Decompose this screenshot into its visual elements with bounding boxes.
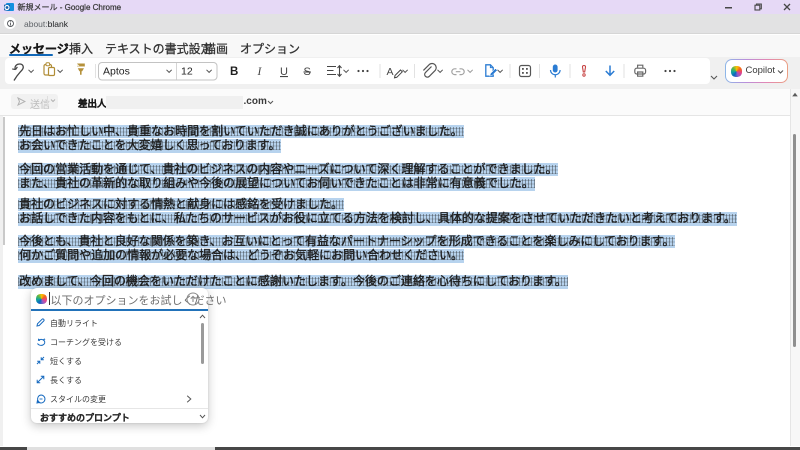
svg-text:12: 12 — [181, 66, 193, 78]
svg-text:Aptos: Aptos — [103, 66, 130, 78]
svg-text:B: B — [230, 66, 238, 78]
svg-text:S: S — [304, 66, 311, 78]
svg-text:A: A — [387, 66, 394, 78]
svg-text:I: I — [257, 66, 263, 78]
svg-text:U: U — [280, 66, 288, 78]
